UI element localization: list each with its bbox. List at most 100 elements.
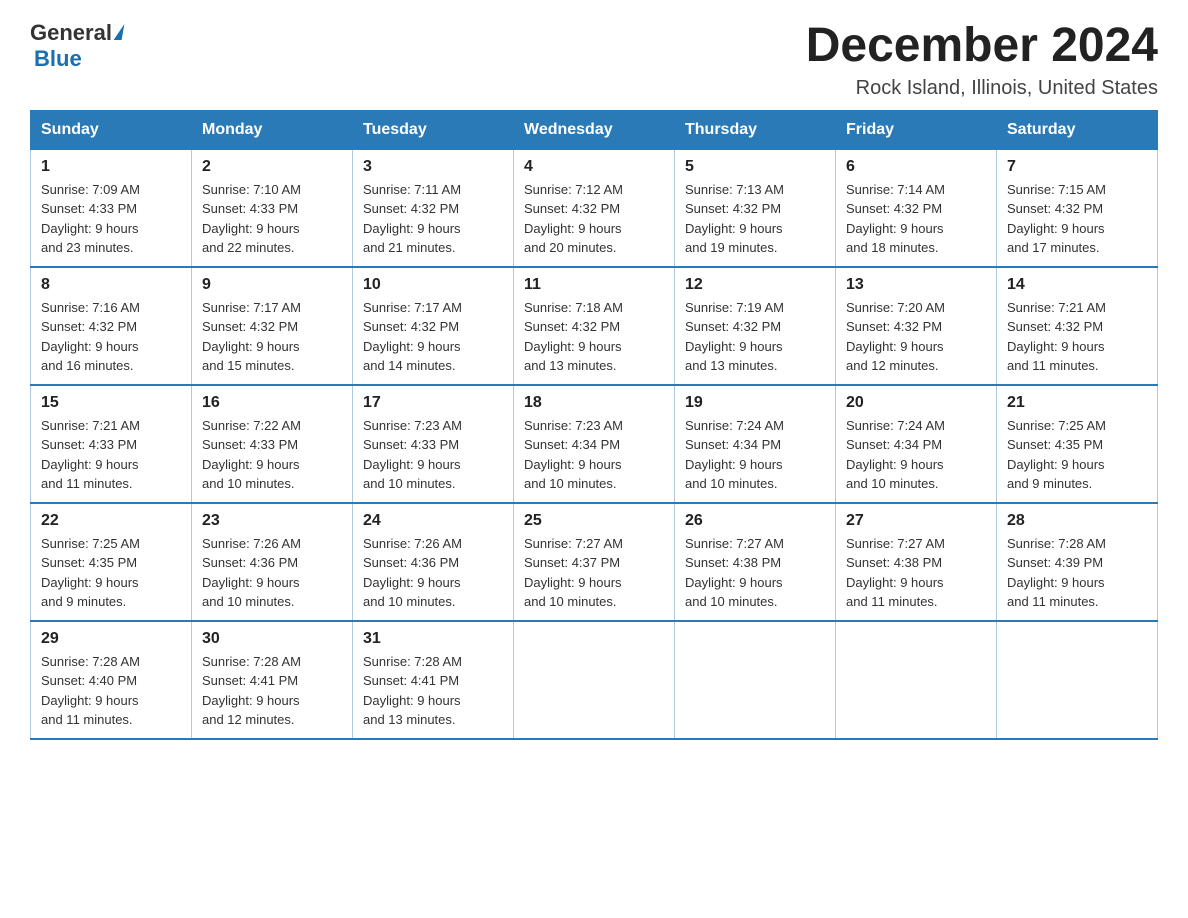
table-row: 28 Sunrise: 7:28 AMSunset: 4:39 PMDaylig… xyxy=(997,503,1158,621)
table-row xyxy=(675,621,836,739)
day-number: 7 xyxy=(1007,158,1147,176)
day-info: Sunrise: 7:14 AMSunset: 4:32 PMDaylight:… xyxy=(846,182,945,256)
day-number: 13 xyxy=(846,276,986,294)
day-number: 28 xyxy=(1007,512,1147,530)
table-row: 9 Sunrise: 7:17 AMSunset: 4:32 PMDayligh… xyxy=(192,267,353,385)
table-row: 31 Sunrise: 7:28 AMSunset: 4:41 PMDaylig… xyxy=(353,621,514,739)
day-info: Sunrise: 7:17 AMSunset: 4:32 PMDaylight:… xyxy=(202,300,301,374)
day-number: 26 xyxy=(685,512,825,530)
table-row: 16 Sunrise: 7:22 AMSunset: 4:33 PMDaylig… xyxy=(192,385,353,503)
day-info: Sunrise: 7:09 AMSunset: 4:33 PMDaylight:… xyxy=(41,182,140,256)
title-block: December 2024 Rock Island, Illinois, Uni… xyxy=(806,20,1158,100)
day-number: 20 xyxy=(846,394,986,412)
logo-arrow-icon xyxy=(114,24,125,40)
logo: General Blue xyxy=(30,20,123,72)
col-saturday: Saturday xyxy=(997,110,1158,149)
day-number: 30 xyxy=(202,630,342,648)
day-number: 29 xyxy=(41,630,181,648)
day-number: 23 xyxy=(202,512,342,530)
day-info: Sunrise: 7:28 AMSunset: 4:40 PMDaylight:… xyxy=(41,654,140,728)
table-row: 2 Sunrise: 7:10 AMSunset: 4:33 PMDayligh… xyxy=(192,149,353,267)
day-number: 18 xyxy=(524,394,664,412)
table-row: 4 Sunrise: 7:12 AMSunset: 4:32 PMDayligh… xyxy=(514,149,675,267)
day-number: 19 xyxy=(685,394,825,412)
col-monday: Monday xyxy=(192,110,353,149)
table-row: 15 Sunrise: 7:21 AMSunset: 4:33 PMDaylig… xyxy=(31,385,192,503)
day-info: Sunrise: 7:28 AMSunset: 4:39 PMDaylight:… xyxy=(1007,536,1106,610)
day-info: Sunrise: 7:27 AMSunset: 4:37 PMDaylight:… xyxy=(524,536,623,610)
day-info: Sunrise: 7:18 AMSunset: 4:32 PMDaylight:… xyxy=(524,300,623,374)
day-number: 6 xyxy=(846,158,986,176)
calendar-week-row: 1 Sunrise: 7:09 AMSunset: 4:33 PMDayligh… xyxy=(31,149,1158,267)
table-row: 1 Sunrise: 7:09 AMSunset: 4:33 PMDayligh… xyxy=(31,149,192,267)
day-info: Sunrise: 7:24 AMSunset: 4:34 PMDaylight:… xyxy=(685,418,784,492)
day-info: Sunrise: 7:21 AMSunset: 4:33 PMDaylight:… xyxy=(41,418,140,492)
table-row: 10 Sunrise: 7:17 AMSunset: 4:32 PMDaylig… xyxy=(353,267,514,385)
day-number: 12 xyxy=(685,276,825,294)
day-number: 24 xyxy=(363,512,503,530)
day-info: Sunrise: 7:24 AMSunset: 4:34 PMDaylight:… xyxy=(846,418,945,492)
table-row: 24 Sunrise: 7:26 AMSunset: 4:36 PMDaylig… xyxy=(353,503,514,621)
table-row: 14 Sunrise: 7:21 AMSunset: 4:32 PMDaylig… xyxy=(997,267,1158,385)
day-info: Sunrise: 7:28 AMSunset: 4:41 PMDaylight:… xyxy=(202,654,301,728)
day-number: 25 xyxy=(524,512,664,530)
table-row: 20 Sunrise: 7:24 AMSunset: 4:34 PMDaylig… xyxy=(836,385,997,503)
day-number: 3 xyxy=(363,158,503,176)
day-info: Sunrise: 7:16 AMSunset: 4:32 PMDaylight:… xyxy=(41,300,140,374)
table-row: 22 Sunrise: 7:25 AMSunset: 4:35 PMDaylig… xyxy=(31,503,192,621)
table-row: 23 Sunrise: 7:26 AMSunset: 4:36 PMDaylig… xyxy=(192,503,353,621)
day-info: Sunrise: 7:28 AMSunset: 4:41 PMDaylight:… xyxy=(363,654,462,728)
calendar-week-row: 22 Sunrise: 7:25 AMSunset: 4:35 PMDaylig… xyxy=(31,503,1158,621)
table-row: 26 Sunrise: 7:27 AMSunset: 4:38 PMDaylig… xyxy=(675,503,836,621)
day-number: 27 xyxy=(846,512,986,530)
col-wednesday: Wednesday xyxy=(514,110,675,149)
calendar-title: December 2024 xyxy=(806,20,1158,73)
day-number: 17 xyxy=(363,394,503,412)
page-header: General Blue December 2024 Rock Island, … xyxy=(30,20,1158,100)
day-info: Sunrise: 7:27 AMSunset: 4:38 PMDaylight:… xyxy=(846,536,945,610)
day-number: 31 xyxy=(363,630,503,648)
table-row: 27 Sunrise: 7:27 AMSunset: 4:38 PMDaylig… xyxy=(836,503,997,621)
logo-blue-text: Blue xyxy=(34,46,82,71)
calendar-week-row: 8 Sunrise: 7:16 AMSunset: 4:32 PMDayligh… xyxy=(31,267,1158,385)
day-number: 1 xyxy=(41,158,181,176)
day-info: Sunrise: 7:27 AMSunset: 4:38 PMDaylight:… xyxy=(685,536,784,610)
calendar-subtitle: Rock Island, Illinois, United States xyxy=(806,77,1158,100)
calendar-week-row: 15 Sunrise: 7:21 AMSunset: 4:33 PMDaylig… xyxy=(31,385,1158,503)
table-row: 30 Sunrise: 7:28 AMSunset: 4:41 PMDaylig… xyxy=(192,621,353,739)
day-info: Sunrise: 7:21 AMSunset: 4:32 PMDaylight:… xyxy=(1007,300,1106,374)
col-friday: Friday xyxy=(836,110,997,149)
day-info: Sunrise: 7:23 AMSunset: 4:33 PMDaylight:… xyxy=(363,418,462,492)
day-number: 9 xyxy=(202,276,342,294)
table-row: 18 Sunrise: 7:23 AMSunset: 4:34 PMDaylig… xyxy=(514,385,675,503)
table-row: 7 Sunrise: 7:15 AMSunset: 4:32 PMDayligh… xyxy=(997,149,1158,267)
calendar-header-row: Sunday Monday Tuesday Wednesday Thursday… xyxy=(31,110,1158,149)
col-sunday: Sunday xyxy=(31,110,192,149)
day-number: 14 xyxy=(1007,276,1147,294)
table-row xyxy=(514,621,675,739)
day-info: Sunrise: 7:26 AMSunset: 4:36 PMDaylight:… xyxy=(202,536,301,610)
day-number: 21 xyxy=(1007,394,1147,412)
col-thursday: Thursday xyxy=(675,110,836,149)
day-info: Sunrise: 7:13 AMSunset: 4:32 PMDaylight:… xyxy=(685,182,784,256)
day-number: 15 xyxy=(41,394,181,412)
day-number: 11 xyxy=(524,276,664,294)
table-row xyxy=(836,621,997,739)
day-info: Sunrise: 7:11 AMSunset: 4:32 PMDaylight:… xyxy=(363,182,461,256)
day-info: Sunrise: 7:20 AMSunset: 4:32 PMDaylight:… xyxy=(846,300,945,374)
day-info: Sunrise: 7:23 AMSunset: 4:34 PMDaylight:… xyxy=(524,418,623,492)
table-row: 13 Sunrise: 7:20 AMSunset: 4:32 PMDaylig… xyxy=(836,267,997,385)
calendar-table: Sunday Monday Tuesday Wednesday Thursday… xyxy=(30,110,1158,740)
day-info: Sunrise: 7:22 AMSunset: 4:33 PMDaylight:… xyxy=(202,418,301,492)
day-info: Sunrise: 7:15 AMSunset: 4:32 PMDaylight:… xyxy=(1007,182,1106,256)
day-number: 2 xyxy=(202,158,342,176)
table-row: 19 Sunrise: 7:24 AMSunset: 4:34 PMDaylig… xyxy=(675,385,836,503)
logo-general-text: General xyxy=(30,20,112,46)
table-row: 21 Sunrise: 7:25 AMSunset: 4:35 PMDaylig… xyxy=(997,385,1158,503)
day-info: Sunrise: 7:10 AMSunset: 4:33 PMDaylight:… xyxy=(202,182,301,256)
day-number: 4 xyxy=(524,158,664,176)
day-info: Sunrise: 7:25 AMSunset: 4:35 PMDaylight:… xyxy=(1007,418,1106,492)
table-row: 8 Sunrise: 7:16 AMSunset: 4:32 PMDayligh… xyxy=(31,267,192,385)
day-number: 22 xyxy=(41,512,181,530)
day-number: 5 xyxy=(685,158,825,176)
